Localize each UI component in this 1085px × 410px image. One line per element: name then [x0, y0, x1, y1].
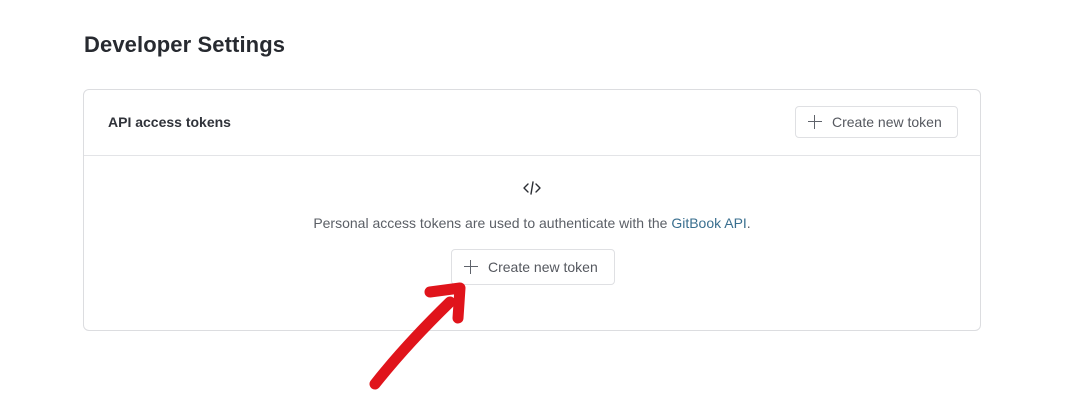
- code-icon: [523, 181, 541, 195]
- plus-icon: [808, 115, 822, 129]
- plus-icon: [464, 260, 478, 274]
- description-prefix: Personal access tokens are used to authe…: [313, 215, 672, 231]
- api-tokens-card: API access tokens Create new token Perso…: [83, 89, 981, 331]
- empty-state-description: Personal access tokens are used to authe…: [84, 215, 980, 231]
- description-suffix: .: [746, 215, 751, 231]
- developer-settings-page: Developer Settings API access tokens Cre…: [0, 0, 1085, 410]
- card-header: API access tokens Create new token: [84, 90, 980, 156]
- empty-state: Personal access tokens are used to authe…: [84, 156, 980, 331]
- create-token-header-label: Create new token: [832, 114, 942, 130]
- gitbook-api-link[interactable]: GitBook API: [671, 215, 746, 231]
- create-token-label: Create new token: [488, 259, 598, 275]
- create-token-header-button[interactable]: Create new token: [795, 106, 958, 138]
- page-title: Developer Settings: [84, 32, 286, 57]
- card-title: API access tokens: [108, 114, 231, 130]
- create-token-button[interactable]: Create new token: [451, 249, 615, 285]
